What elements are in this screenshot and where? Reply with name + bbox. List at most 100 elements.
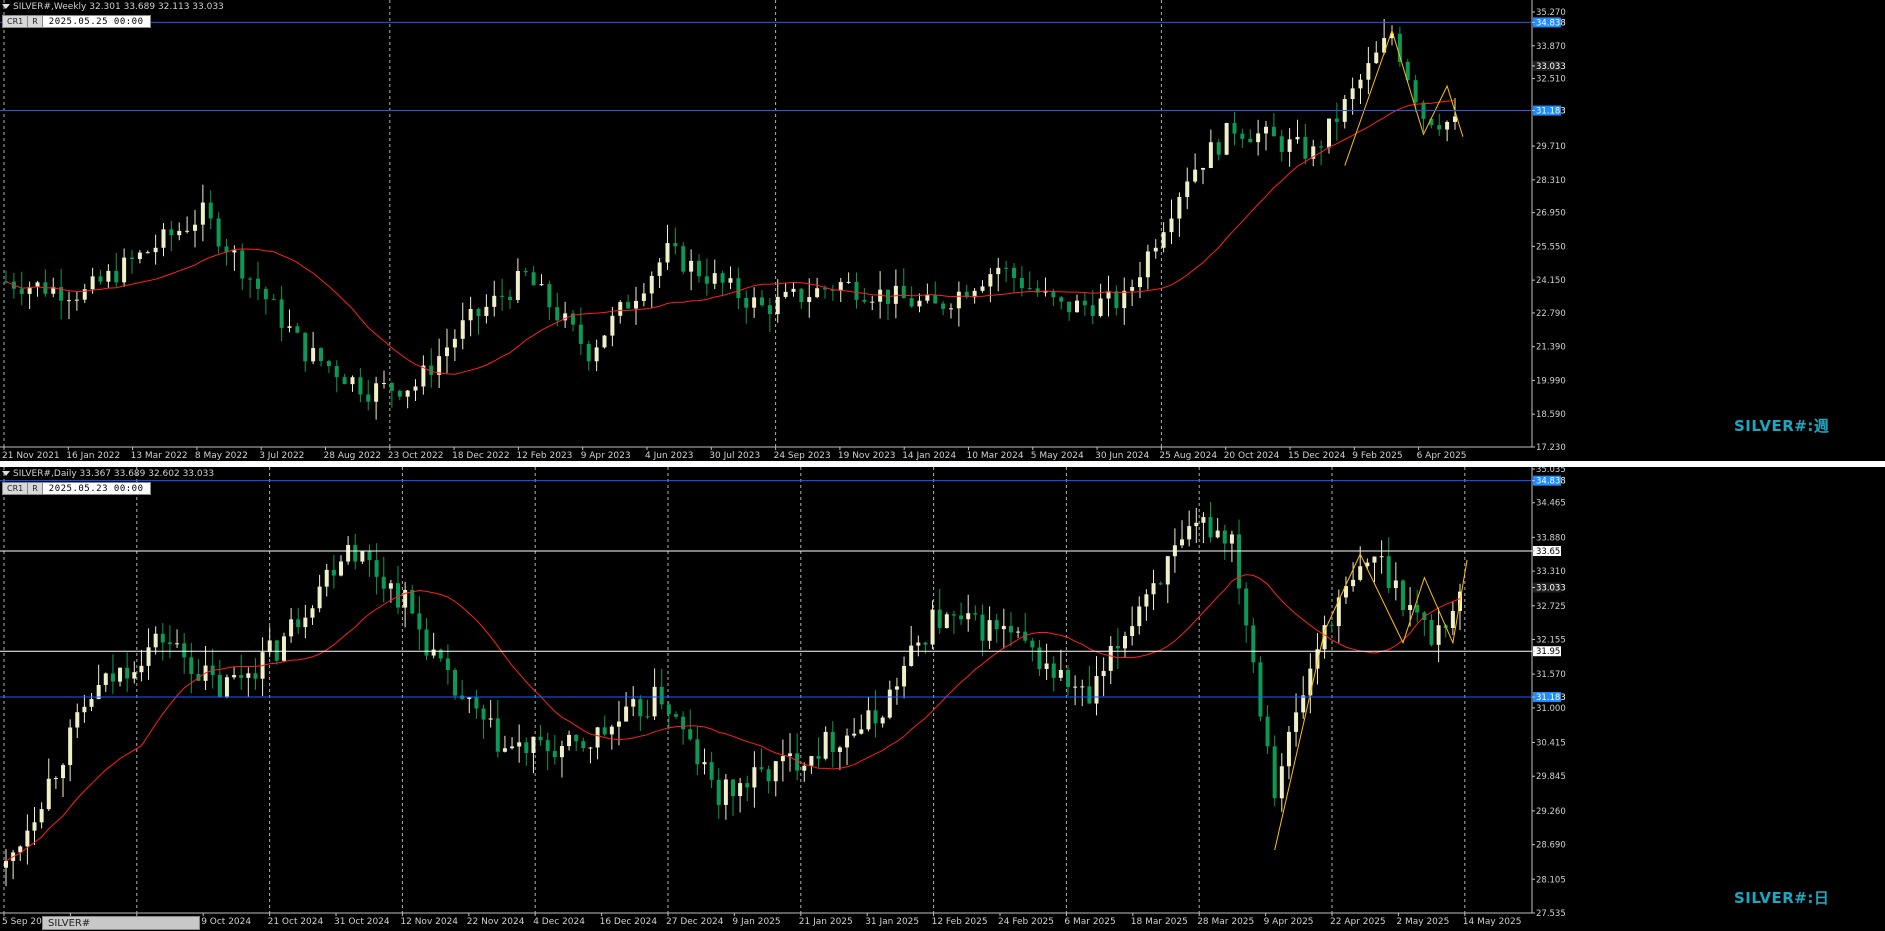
candle-body	[366, 394, 371, 402]
candle-body	[274, 640, 279, 661]
candle-body	[53, 778, 58, 780]
collapse-triangle-icon[interactable]	[2, 471, 10, 476]
candle-body	[909, 645, 914, 666]
r-label[interactable]: R	[28, 483, 43, 494]
candle-body	[531, 736, 536, 754]
symbol-tab[interactable]: SILVER#	[42, 916, 200, 930]
candle-body	[137, 252, 142, 260]
candle-body	[1351, 579, 1356, 587]
candle-body	[338, 561, 343, 576]
candle-body	[1075, 300, 1079, 313]
candle-body	[317, 586, 322, 609]
candle-body	[1208, 517, 1213, 538]
candle-body	[90, 276, 95, 290]
candle-body	[1138, 277, 1142, 288]
candle-body	[766, 769, 771, 782]
candle-body	[930, 609, 935, 645]
candle-body	[959, 615, 964, 620]
candle-body	[4, 860, 8, 868]
candle-body	[389, 383, 394, 391]
candle-body	[791, 288, 796, 292]
daily-watermark: SILVER#:日	[1734, 889, 1830, 907]
candle-body	[397, 390, 402, 397]
candle-body	[956, 291, 961, 309]
time-label: 18 Dec 2022	[452, 451, 510, 461]
candle-body	[185, 230, 190, 232]
cr-label[interactable]: CR1	[3, 16, 29, 27]
candle-body	[893, 285, 898, 304]
candle-body	[350, 377, 355, 385]
candle-body	[253, 673, 258, 679]
candle-body	[1008, 625, 1013, 633]
candle-body	[410, 589, 415, 614]
candle-body	[1115, 646, 1120, 649]
candle-body	[1130, 626, 1135, 636]
candle-body	[1094, 676, 1099, 704]
candle-body	[1016, 631, 1021, 633]
price-label: 29.260	[1536, 807, 1566, 817]
candle-body	[114, 270, 119, 283]
candle-body	[809, 756, 814, 766]
daily-header-text: SILVER#,Daily 33.367 33.689 32.602 33.03…	[13, 469, 215, 479]
candle-body	[531, 272, 536, 286]
weekly-chart-pane[interactable]: 21 Nov 2021 16 Jan 2022 13 Mar 2022 8 May 2…	[0, 0, 1885, 461]
candle-body	[524, 742, 529, 754]
daily-chart-header: SILVER#,Daily 33.367 33.689 32.602 33.03…	[2, 469, 214, 479]
candle-body	[830, 731, 835, 752]
candle-body	[1051, 663, 1056, 678]
candle-body	[1137, 606, 1142, 627]
candle-body	[1193, 169, 1198, 182]
candle-body	[331, 569, 336, 576]
candle-body	[1001, 625, 1006, 630]
candle-body	[1004, 267, 1009, 269]
daily-chart-canvas[interactable]: 5 Sep 202417 Sep 202427 Sep 20249 Oct 20…	[0, 467, 1885, 931]
price-label: 34.838	[1536, 18, 1566, 28]
price-label: 31.183	[1536, 107, 1566, 117]
candle-body	[492, 295, 497, 307]
r-label[interactable]: R	[28, 16, 43, 27]
weekly-chart-canvas[interactable]: 21 Nov 2021 16 Jan 2022 13 Mar 2022 8 May 2…	[0, 0, 1885, 461]
zigzag-line	[1344, 28, 1464, 166]
candle-body	[880, 717, 885, 724]
candle-body	[342, 377, 347, 385]
candle-body	[545, 740, 550, 752]
candle-body	[657, 262, 662, 276]
candle-body	[495, 718, 500, 752]
candle-body	[759, 767, 764, 770]
price-label: 32.725	[1536, 602, 1566, 612]
daily-chart-pane[interactable]: 5 Sep 202417 Sep 202427 Sep 20249 Oct 20…	[0, 467, 1885, 931]
time-label: 9 Apr 2023	[581, 451, 631, 461]
candle-body	[1098, 298, 1103, 316]
candle-body	[289, 619, 294, 637]
candle-body	[1101, 670, 1106, 677]
candle-body	[780, 756, 785, 762]
candle-body	[1144, 594, 1149, 607]
candle-body	[1358, 566, 1363, 580]
candle-body	[413, 386, 418, 391]
collapse-triangle-icon[interactable]	[2, 4, 10, 9]
time-label: 12 Nov 2024	[400, 917, 458, 927]
candle-body	[374, 560, 379, 577]
time-label: 2 May 2025	[1396, 917, 1449, 927]
candle-body	[232, 250, 237, 253]
candle-body	[1037, 647, 1042, 669]
candle-body	[788, 753, 793, 757]
price-label: 17.230	[1536, 443, 1566, 453]
candle-body	[1059, 297, 1064, 302]
candle-body	[1224, 123, 1229, 155]
candle-body	[802, 765, 807, 771]
candle-body	[1258, 662, 1263, 717]
candle-body	[631, 699, 636, 707]
candle-body	[517, 742, 522, 747]
candle-body	[1215, 530, 1220, 538]
candle-body	[602, 727, 607, 735]
candle-body	[1019, 277, 1024, 289]
candle-body	[873, 710, 878, 724]
cr-label[interactable]: CR1	[3, 483, 29, 494]
candle-body	[1082, 300, 1087, 306]
candle-body	[916, 642, 921, 646]
candle-body	[334, 366, 339, 378]
candle-body	[122, 257, 127, 283]
candle-body	[160, 633, 165, 643]
candle-body	[634, 300, 638, 309]
